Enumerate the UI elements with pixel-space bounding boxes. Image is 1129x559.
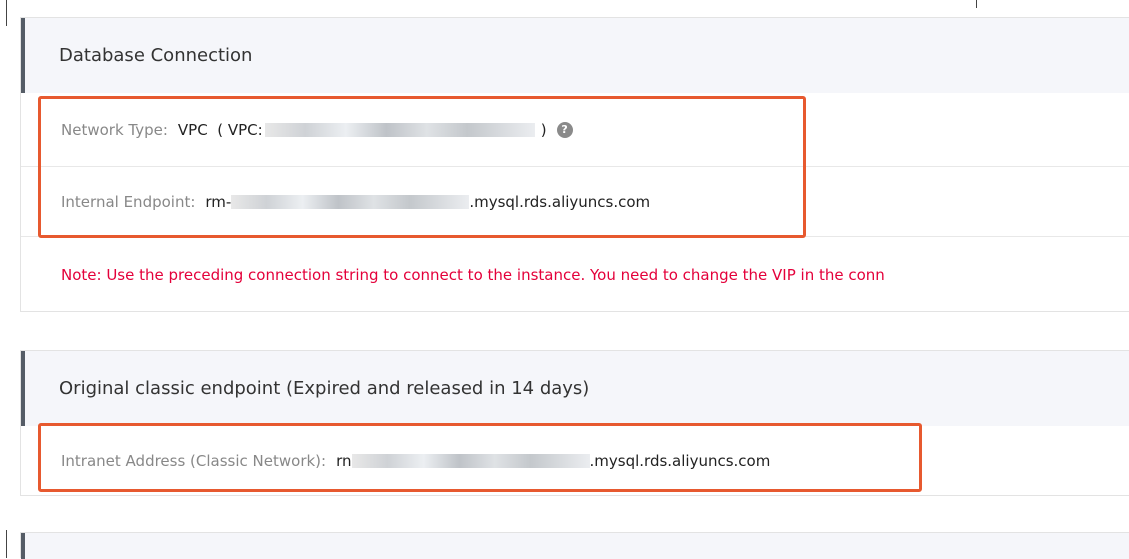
next-panel bbox=[20, 532, 1129, 559]
bottom-left-tick bbox=[6, 530, 7, 558]
database-connection-title: Database Connection bbox=[59, 45, 253, 66]
highlight-vpc-box bbox=[38, 96, 806, 238]
connection-note: Note: Use the preceding connection strin… bbox=[61, 266, 885, 284]
top-right-tick bbox=[976, 0, 977, 8]
connection-note-row: Note: Use the preceding connection strin… bbox=[21, 237, 1129, 313]
top-edge-line bbox=[6, 0, 7, 26]
next-panel-header bbox=[21, 533, 1129, 559]
highlight-classic-box bbox=[38, 423, 922, 492]
classic-endpoint-header: Original classic endpoint (Expired and r… bbox=[21, 351, 1129, 426]
classic-endpoint-title: Original classic endpoint (Expired and r… bbox=[59, 378, 590, 399]
database-connection-header: Database Connection bbox=[21, 18, 1129, 93]
